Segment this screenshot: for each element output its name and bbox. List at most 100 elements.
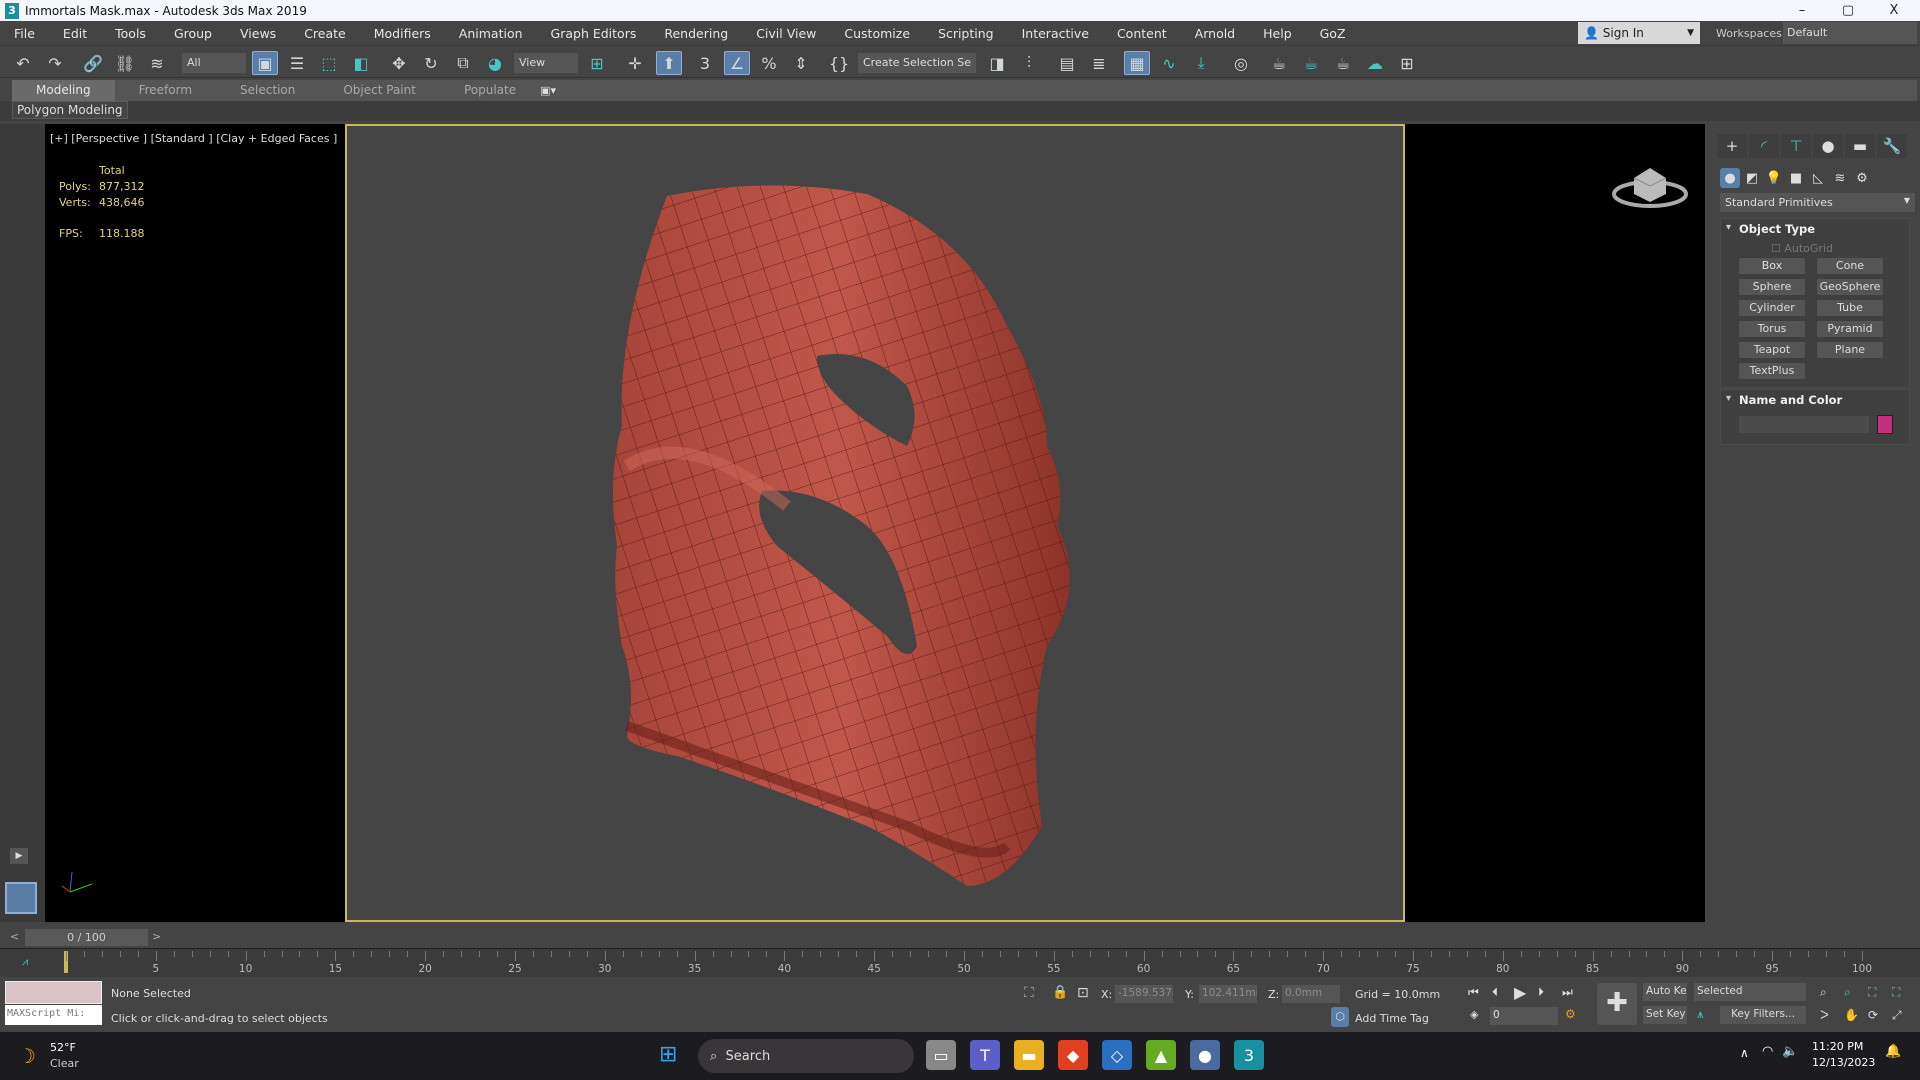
workspace-select[interactable]: Default	[1783, 22, 1917, 44]
menu-group[interactable]: Group	[160, 26, 226, 41]
clock-date[interactable]: 12/13/2023	[1812, 1056, 1875, 1069]
default-tangents-icon[interactable]: ⩚	[1697, 1007, 1704, 1022]
align-icon[interactable]: ⫶	[1016, 51, 1042, 75]
tab-populate[interactable]: Populate	[440, 80, 540, 101]
spinner-snap-icon[interactable]: ⇕	[788, 51, 814, 75]
play-icon[interactable]: ▶	[1514, 983, 1526, 1002]
weather-icon[interactable]: ☽	[18, 1044, 36, 1068]
window-crossing-icon[interactable]: ◧	[348, 51, 374, 75]
viewcube-icon[interactable]	[1612, 158, 1688, 210]
link-icon[interactable]: 🔗	[80, 51, 106, 75]
rectangular-selection-icon[interactable]: ⬚	[316, 51, 342, 75]
scene-explorer-icon[interactable]: ▤	[1054, 51, 1080, 75]
create-tab-icon[interactable]: +	[1717, 134, 1747, 158]
weather-condition[interactable]: Clear	[50, 1057, 79, 1070]
maximize-button[interactable]: ▢	[1826, 0, 1870, 21]
shapes-icon[interactable]: ◩	[1742, 168, 1762, 188]
space-warps-icon[interactable]: ≋	[1830, 168, 1850, 188]
manipulate-icon[interactable]: ✛	[622, 51, 648, 75]
category-select[interactable]: Standard Primitives ▼	[1720, 193, 1915, 212]
perspective-viewport[interactable]	[345, 124, 1405, 922]
bind-spacewarp-icon[interactable]: ≋	[144, 51, 170, 75]
cone-button[interactable]: Cone	[1817, 258, 1883, 274]
render-setup-icon[interactable]: ☕	[1266, 51, 1292, 75]
go-to-start-icon[interactable]: ⏮	[1468, 985, 1479, 1000]
plane-button[interactable]: Plane	[1817, 342, 1883, 358]
pivot-center-icon[interactable]: ⊞	[584, 51, 610, 75]
pyramid-button[interactable]: Pyramid	[1817, 321, 1883, 337]
viewport-safe-frame-right[interactable]	[1405, 124, 1705, 922]
field-of-view-icon[interactable]: ᐳ	[1820, 1008, 1829, 1022]
menu-goz[interactable]: GoZ	[1306, 26, 1360, 41]
menu-civil-view[interactable]: Civil View	[742, 26, 830, 41]
clock-time[interactable]: 11:20 PM	[1812, 1040, 1863, 1053]
time-configuration-icon[interactable]: ⚙	[1565, 1007, 1576, 1021]
teapot-button[interactable]: Teapot	[1739, 342, 1805, 358]
start-icon[interactable]: ⊞	[659, 1042, 677, 1067]
key-mode-select[interactable]: Selected	[1694, 983, 1806, 1001]
isolate-selection-icon[interactable]: ⛶	[1024, 985, 1034, 1001]
geosphere-button[interactable]: GeoSphere	[1817, 279, 1883, 295]
set-key-button[interactable]: Set Key	[1643, 1006, 1687, 1024]
lights-icon[interactable]: 💡	[1764, 168, 1784, 188]
brave-browser-icon[interactable]: ◆	[1058, 1040, 1088, 1070]
object-type-header[interactable]: Object Type	[1721, 219, 1909, 236]
redo-icon[interactable]: ↷	[42, 51, 68, 75]
modify-tab-icon[interactable]: ◜	[1749, 134, 1779, 158]
weather-temp[interactable]: 52°F	[50, 1041, 76, 1054]
menu-help[interactable]: Help	[1249, 26, 1306, 41]
layer-explorer-icon[interactable]: ≣	[1086, 51, 1112, 75]
render-cloud-icon[interactable]: ☁	[1362, 51, 1388, 75]
schematic-view-icon[interactable]: ⤓	[1188, 51, 1214, 75]
menu-customize[interactable]: Customize	[830, 26, 924, 41]
torus-button[interactable]: Torus	[1739, 321, 1805, 337]
menu-content[interactable]: Content	[1103, 26, 1181, 41]
cameras-icon[interactable]: ■	[1786, 168, 1806, 188]
absolute-mode-icon[interactable]: ⊡	[1077, 985, 1089, 1001]
reference-coordinate-select[interactable]: View	[514, 53, 578, 73]
y-coordinate-input[interactable]: 102.411mm	[1199, 985, 1257, 1003]
next-frame-button[interactable]: >	[152, 930, 161, 943]
rendered-frame-window-icon[interactable]: ☕	[1298, 51, 1324, 75]
tab-freeform[interactable]: Freeform	[115, 80, 216, 101]
wifi-icon[interactable]: ◠	[1762, 1044, 1773, 1059]
toggle-ribbon-icon[interactable]: ▦	[1124, 51, 1150, 75]
name-and-color-header[interactable]: Name and Color	[1721, 390, 1909, 407]
named-selection-select[interactable]: Create Selection Se	[858, 53, 976, 73]
menu-tools[interactable]: Tools	[101, 26, 160, 41]
app-diamond-icon[interactable]: ◇	[1102, 1040, 1132, 1070]
polygon-modeling-panel[interactable]: Polygon Modeling	[12, 101, 128, 119]
zoom-icon[interactable]: ⌕	[1820, 985, 1827, 1000]
geometry-icon[interactable]: ●	[1720, 168, 1740, 188]
3ds-max-taskbar-icon[interactable]: 3	[1234, 1040, 1264, 1070]
box-button[interactable]: Box	[1739, 258, 1805, 274]
tab-object-paint[interactable]: Object Paint	[319, 80, 440, 101]
render-to-texture-icon[interactable]: ⊞	[1394, 51, 1420, 75]
select-object-icon[interactable]: ▣	[252, 51, 278, 75]
next-key-icon[interactable]: ⏵	[1538, 985, 1544, 1000]
previous-key-icon[interactable]: ⏴	[1492, 985, 1498, 1000]
x-coordinate-input[interactable]: -1589.537r	[1115, 985, 1173, 1003]
pan-icon[interactable]: ✋	[1844, 1008, 1859, 1022]
auto-key-button[interactable]: Auto Key	[1643, 983, 1687, 1001]
tab-selection[interactable]: Selection	[216, 80, 319, 101]
taskbar-search[interactable]: ⌕ Search	[698, 1039, 914, 1073]
angle-snap-icon[interactable]: ∠	[724, 51, 750, 75]
curve-editor-mini-icon[interactable]: ⩘	[22, 955, 28, 969]
menu-rendering[interactable]: Rendering	[650, 26, 742, 41]
current-frame-input[interactable]: 0	[1490, 1007, 1558, 1025]
teams-icon[interactable]: T	[970, 1040, 1000, 1070]
app-globe-icon[interactable]: ●	[1190, 1040, 1220, 1070]
menu-scripting[interactable]: Scripting	[924, 26, 1008, 41]
notifications-icon[interactable]: 🔔	[1885, 1044, 1901, 1059]
close-button[interactable]: X	[1872, 0, 1916, 21]
placement-icon[interactable]: ◕	[482, 51, 508, 75]
time-tag-icon[interactable]: ⬡	[1331, 1007, 1349, 1027]
unlink-icon[interactable]: ⛓	[112, 51, 138, 75]
rotate-icon[interactable]: ↻	[418, 51, 444, 75]
snaps-toggle-icon[interactable]: 3	[692, 51, 718, 75]
menu-graph-editors[interactable]: Graph Editors	[537, 26, 651, 41]
zoom-extents-all-icon[interactable]: ⛶	[1892, 985, 1900, 1000]
volume-icon[interactable]: 🔈	[1782, 1044, 1798, 1059]
menu-modifiers[interactable]: Modifiers	[360, 26, 445, 41]
